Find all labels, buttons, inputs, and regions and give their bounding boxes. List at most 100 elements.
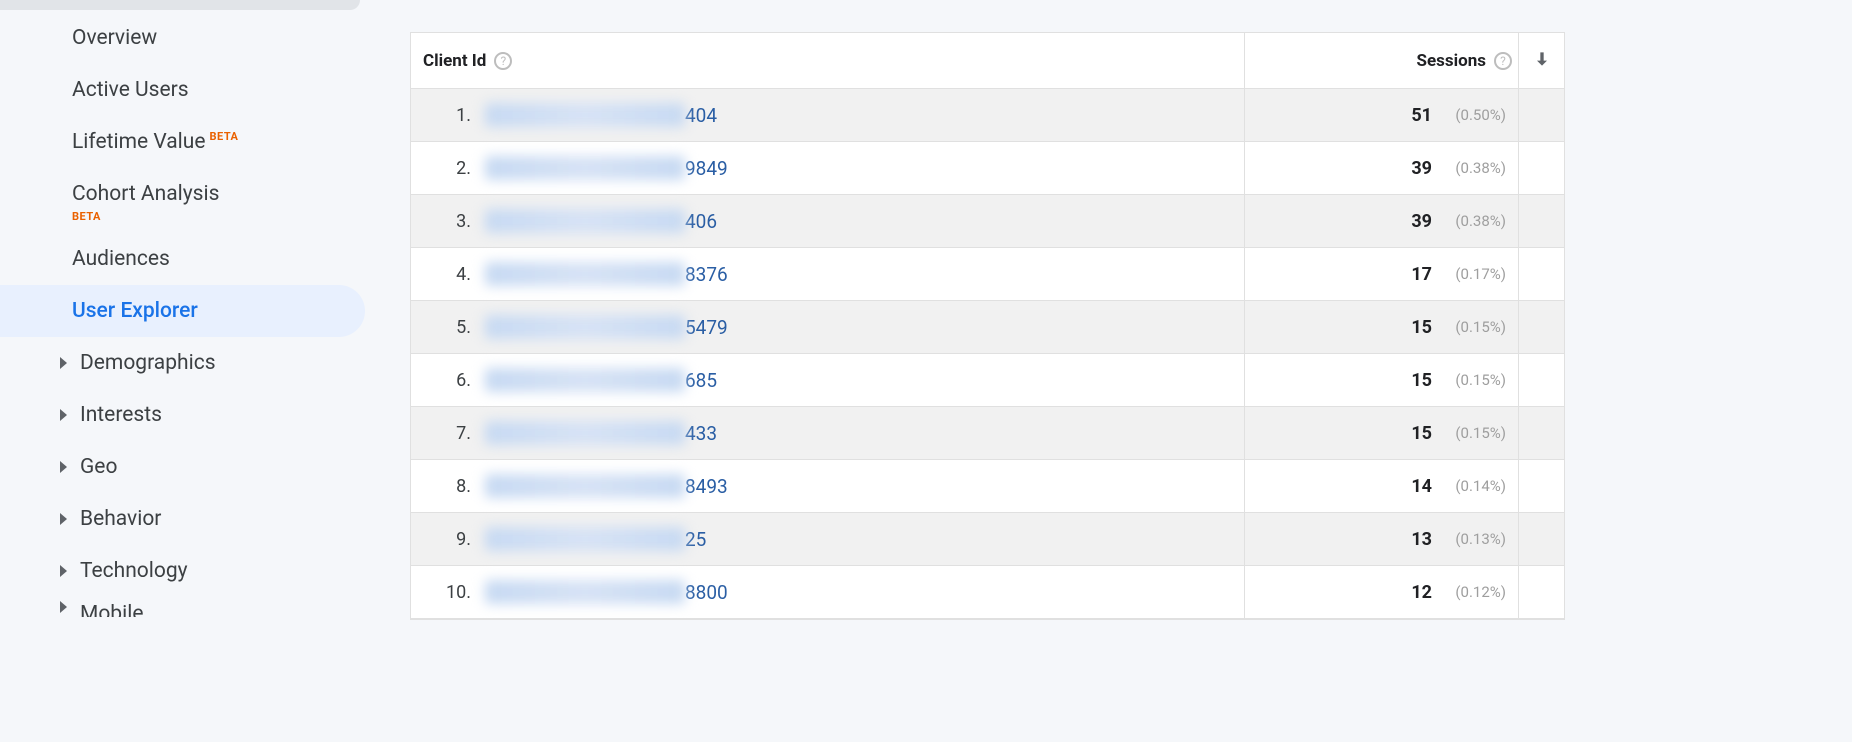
sort-descending-button[interactable] — [1519, 33, 1564, 88]
sessions-percent: (0.15%) — [1444, 371, 1506, 389]
sidebar-item-label: Lifetime ValueBETA — [72, 130, 238, 154]
cell-client-id: 1.404 — [411, 89, 1244, 141]
client-id-redacted — [485, 421, 685, 445]
row-number: 8. — [431, 476, 471, 497]
caret-right-icon — [60, 513, 67, 525]
row-number: 3. — [431, 211, 471, 232]
sessions-percent: (0.38%) — [1444, 212, 1506, 230]
sessions-value: 17 — [1411, 264, 1432, 285]
caret-right-icon — [60, 409, 67, 421]
client-id-link[interactable]: 685 — [685, 369, 717, 392]
cell-client-id: 6. 685 — [411, 354, 1244, 406]
client-id-link[interactable]: 8376 — [685, 263, 728, 286]
cell-sessions: 12(0.12%) — [1244, 566, 1519, 618]
cell-sessions: 15 (0.15%) — [1244, 354, 1519, 406]
sessions-percent: (0.14%) — [1444, 477, 1506, 495]
sidebar-item-interests[interactable]: Interests — [0, 389, 370, 441]
caret-right-icon — [60, 357, 67, 369]
sidebar-item-overview[interactable]: Overview — [0, 0, 370, 64]
row-number: 9. — [431, 529, 471, 550]
client-id-link[interactable]: 406 — [685, 210, 717, 233]
cell-spacer — [1519, 460, 1564, 512]
column-header-client-id[interactable]: Client Id ? — [411, 51, 1244, 71]
sidebar-item-label: Overview — [72, 26, 157, 50]
sidebar-item-label: Behavior — [80, 507, 161, 531]
cell-sessions: 39 (0.38%) — [1244, 195, 1519, 247]
user-explorer-table: Client Id ? Sessions ? 1.404 51 (0.50%) 2. 9… — [410, 32, 1565, 620]
table-row: 3. 406 39 (0.38%) — [411, 195, 1564, 248]
cell-client-id: 4.8376 — [411, 248, 1244, 300]
client-id-link[interactable]: 404 — [685, 104, 717, 127]
sessions-percent: (0.50%) — [1444, 106, 1506, 124]
sidebar-item-label: Audiences — [72, 247, 170, 271]
cell-sessions: 51 (0.50%) — [1244, 89, 1519, 141]
caret-right-icon — [60, 601, 67, 613]
cell-spacer — [1519, 513, 1564, 565]
sidebar-item-lifetime-value[interactable]: Lifetime ValueBETA — [0, 116, 370, 168]
caret-right-icon — [60, 565, 67, 577]
sidebar-item-mobile[interactable]: Mobile — [0, 597, 370, 617]
sessions-value: 14 — [1411, 476, 1432, 497]
cell-sessions: 15(0.15%) — [1244, 407, 1519, 459]
cell-spacer — [1519, 195, 1564, 247]
sessions-percent: (0.15%) — [1444, 318, 1506, 336]
row-number: 2. — [431, 158, 471, 179]
table-row: 6. 685 15 (0.15%) — [411, 354, 1564, 407]
sidebar-item-label: User Explorer — [72, 299, 198, 323]
sidebar-item-active-users[interactable]: Active Users — [0, 64, 370, 116]
cell-spacer — [1519, 248, 1564, 300]
help-icon[interactable]: ? — [494, 52, 512, 70]
client-id-link[interactable]: 433 — [685, 422, 717, 445]
sidebar: Overview Active Users Lifetime ValueBETA Co… — [0, 0, 370, 742]
cell-client-id: 2. 9849 — [411, 142, 1244, 194]
sidebar-item-label: Active Users — [72, 78, 189, 102]
cell-sessions: 14 (0.14%) — [1244, 460, 1519, 512]
cell-client-id: 3. 406 — [411, 195, 1244, 247]
column-header-sessions[interactable]: Sessions ? — [1244, 33, 1519, 88]
sessions-value: 39 — [1411, 211, 1432, 232]
table-body: 1.40451(0.50%)2.984939(0.38%)3.40639(0.3… — [411, 89, 1564, 619]
sessions-percent: (0.15%) — [1444, 424, 1506, 442]
sidebar-item-label: Technology — [80, 559, 188, 583]
sessions-value: 39 — [1411, 158, 1432, 179]
sidebar-item-label: Mobile — [80, 602, 143, 617]
client-id-link[interactable]: 8800 — [685, 581, 728, 604]
sidebar-item-audiences[interactable]: Audiences — [0, 233, 370, 285]
sidebar-item-technology[interactable]: Technology — [0, 545, 370, 597]
cell-sessions: 17 (0.17%) — [1244, 248, 1519, 300]
client-id-link[interactable]: 9849 — [685, 157, 728, 180]
table-header-row: Client Id ? Sessions ? — [411, 33, 1564, 89]
column-header-client-id-label: Client Id — [423, 51, 486, 71]
cell-spacer — [1519, 89, 1564, 141]
client-id-link[interactable]: 5479 — [685, 316, 728, 339]
client-id-redacted — [485, 527, 685, 551]
sidebar-item-behavior[interactable]: Behavior — [0, 493, 370, 545]
client-id-link[interactable]: 8493 — [685, 475, 728, 498]
beta-badge: BETA — [210, 130, 239, 143]
help-icon[interactable]: ? — [1494, 52, 1512, 70]
sidebar-item-cohort-analysis[interactable]: Cohort AnalysisBETA — [0, 168, 370, 233]
row-number: 6. — [431, 370, 471, 391]
sessions-value: 51 — [1411, 105, 1432, 126]
cell-sessions: 39(0.38%) — [1244, 142, 1519, 194]
sessions-percent: (0.17%) — [1444, 265, 1506, 283]
sessions-percent: (0.13%) — [1444, 530, 1506, 548]
table-row: 4.8376 17 (0.17%) — [411, 248, 1564, 301]
sidebar-item-demographics[interactable]: Demographics — [0, 337, 370, 389]
cell-spacer — [1519, 142, 1564, 194]
table-row: 10.880012(0.12%) — [411, 566, 1564, 619]
table-row: 8. 8493 14 (0.14%) — [411, 460, 1564, 513]
table-row: 1.404 51 (0.50%) — [411, 89, 1564, 142]
cell-client-id: 7.433 — [411, 407, 1244, 459]
client-id-link[interactable]: 25 — [685, 528, 706, 551]
sidebar-item-geo[interactable]: Geo — [0, 441, 370, 493]
cell-sessions: 13(0.13%) — [1244, 513, 1519, 565]
sidebar-item-user-explorer[interactable]: User Explorer — [0, 285, 365, 337]
cell-sessions: 15(0.15%) — [1244, 301, 1519, 353]
client-id-redacted — [485, 368, 685, 392]
sessions-value: 15 — [1411, 370, 1432, 391]
cell-spacer — [1519, 566, 1564, 618]
client-id-redacted — [485, 580, 685, 604]
sessions-percent: (0.12%) — [1444, 583, 1506, 601]
cell-client-id: 10.8800 — [411, 566, 1244, 618]
